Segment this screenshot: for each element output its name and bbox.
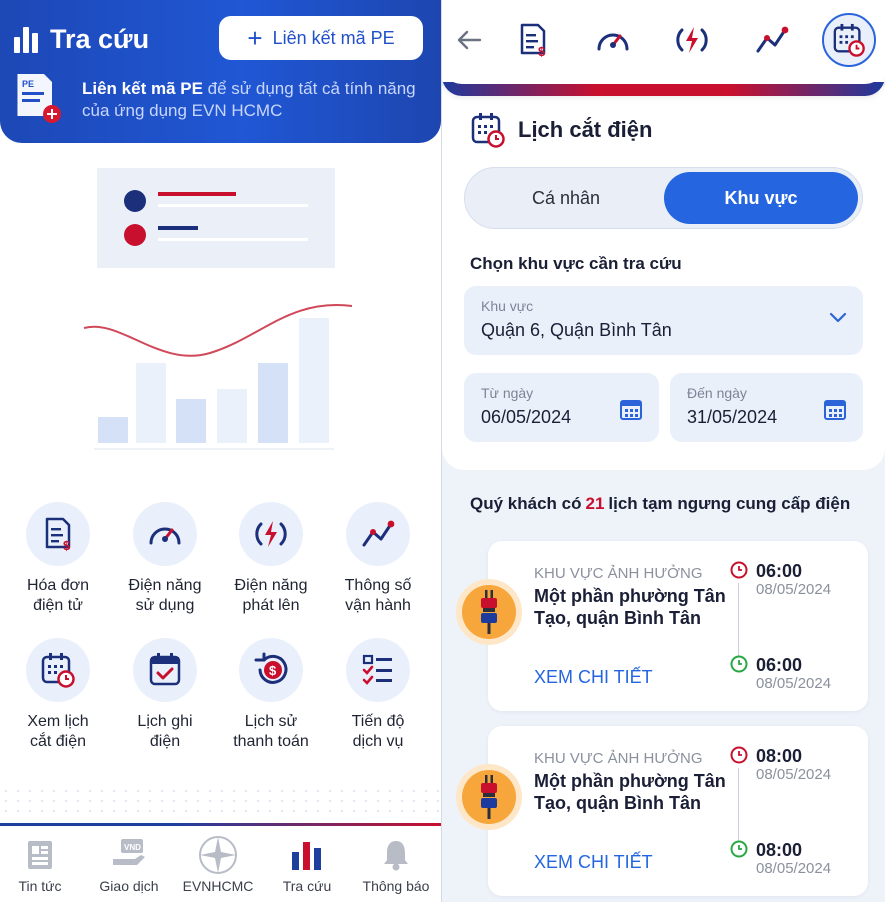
power-icon [239, 502, 303, 566]
plug-icon [456, 579, 522, 645]
page-title: Tra cứu [14, 24, 149, 55]
schedule-count-summary: Quý khách có 21 lịch tạm ngưng cung cấp đi… [470, 494, 851, 513]
segment-control: Cá nhân Khu vực [464, 167, 863, 229]
segment-personal[interactable]: Cá nhân [469, 172, 663, 224]
checklist-icon [346, 638, 410, 702]
affected-area: Một phần phường Tân Tạo, quận Bình Tân [534, 771, 726, 813]
svg-text:$: $ [269, 663, 277, 678]
lookup-screen: Tra cứu + Liên kết mã PE PE Liên kết mã … [0, 0, 441, 902]
clock-start-icon [730, 746, 748, 764]
dot-pattern [0, 786, 441, 816]
calendar-clock-icon [471, 113, 505, 148]
svg-text:PE: PE [22, 79, 34, 89]
tab-lookup[interactable]: Tra cứu [263, 836, 351, 894]
section-title: Lịch cắt điện [470, 112, 652, 148]
view-detail-link[interactable]: XEM CHI TIẾT [534, 852, 653, 873]
svg-text:VND: VND [124, 843, 141, 852]
grid-item-outage-schedule[interactable]: Xem lịch cắt điện [3, 638, 113, 752]
outage-card[interactable]: KHU VỰC ẢNH HƯỞNG Một phần phường Tân Tạ… [456, 541, 868, 711]
transaction-icon: VND [85, 836, 173, 874]
bill-icon[interactable]: $ [509, 16, 557, 64]
calendar-icon[interactable] [823, 397, 847, 426]
calendar-icon[interactable] [619, 397, 643, 426]
gauge-icon [133, 502, 197, 566]
pe-document-icon: PE [14, 72, 62, 129]
grid-item-energy-generated[interactable]: Điện năng phát lên [216, 502, 326, 616]
line-chart-icon[interactable] [748, 16, 796, 64]
from-date-field[interactable]: Từ ngày 06/05/2024 [464, 373, 659, 442]
grid-item-operating-params[interactable]: Thông số vận hành [323, 502, 433, 616]
svg-text:$: $ [538, 44, 546, 58]
chevron-down-icon [829, 311, 847, 329]
evn-logo-icon [174, 836, 262, 874]
top-navigation: $ [442, 0, 885, 96]
gauge-icon[interactable] [589, 16, 637, 64]
bill-icon: $ [26, 502, 90, 566]
outage-schedule-screen: Lịch cắt điện Cá nhân Khu vực Chọn khu v… [442, 0, 885, 902]
plus-icon: + [247, 23, 263, 53]
grid-item-payment-history[interactable]: $ Lịch sử thanh toán [216, 638, 326, 752]
calendar-clock-icon[interactable] [822, 13, 876, 67]
svg-text:$: $ [63, 538, 71, 552]
bell-icon [352, 836, 440, 874]
news-icon [0, 836, 84, 874]
brand-strip [442, 82, 885, 96]
to-date-field[interactable]: Đến ngày 31/05/2024 [670, 373, 863, 442]
payment-history-icon: $ [239, 638, 303, 702]
plug-icon [456, 764, 522, 830]
grid-item-meter-reading[interactable]: Lịch ghi điện [110, 638, 220, 752]
grid-item-energy-used[interactable]: Điện năng sử dụng [110, 502, 220, 616]
outage-card[interactable]: KHU VỰC ẢNH HƯỞNG Một phần phường Tân Tạ… [456, 726, 868, 896]
link-pe-note: Liên kết mã PE để sử dụng tất cả tính nă… [82, 79, 416, 120]
bottom-tab-bar: Tin tức VND Giao dịch EVNHCMC Tra cứu Th… [0, 823, 441, 902]
lookup-illustration [80, 168, 360, 473]
area-select[interactable]: Khu vực Quận 6, Quận Bình Tân [464, 286, 863, 355]
time-range: 08:00 08/05/2024 08:00 08/05/2024 [730, 746, 860, 886]
tab-notifications[interactable]: Thông báo [352, 836, 440, 894]
back-arrow-icon[interactable] [445, 16, 493, 64]
tab-transactions[interactable]: VND Giao dịch [85, 836, 173, 894]
time-range: 06:00 08/05/2024 06:00 08/05/2024 [730, 561, 860, 701]
clock-end-icon [730, 840, 748, 858]
calendar-check-icon [133, 638, 197, 702]
search-card: Lịch cắt điện Cá nhân Khu vực Chọn khu v… [442, 86, 885, 470]
affected-area: Một phần phường Tân Tạo, quận Bình Tân [534, 586, 726, 628]
clock-start-icon [730, 561, 748, 579]
calendar-clock-icon [26, 638, 90, 702]
tab-evnhcmc[interactable]: EVNHCMC [174, 836, 262, 894]
link-pe-button[interactable]: + Liên kết mã PE [219, 16, 423, 60]
line-chart-icon [346, 502, 410, 566]
grid-item-e-invoice[interactable]: $ Hóa đơn điện tử [3, 502, 113, 616]
bar-chart-icon [14, 26, 38, 53]
choose-area-label: Chọn khu vực cần tra cứu [470, 254, 682, 273]
tab-news[interactable]: Tin tức [0, 836, 84, 894]
view-detail-link[interactable]: XEM CHI TIẾT [534, 667, 653, 688]
header-banner: Tra cứu + Liên kết mã PE PE Liên kết mã … [0, 0, 441, 143]
segment-area[interactable]: Khu vực [664, 172, 858, 224]
power-icon[interactable] [668, 16, 716, 64]
grid-item-service-progress[interactable]: Tiến độ dịch vụ [323, 638, 433, 752]
clock-end-icon [730, 655, 748, 673]
lookup-icon [263, 836, 351, 874]
